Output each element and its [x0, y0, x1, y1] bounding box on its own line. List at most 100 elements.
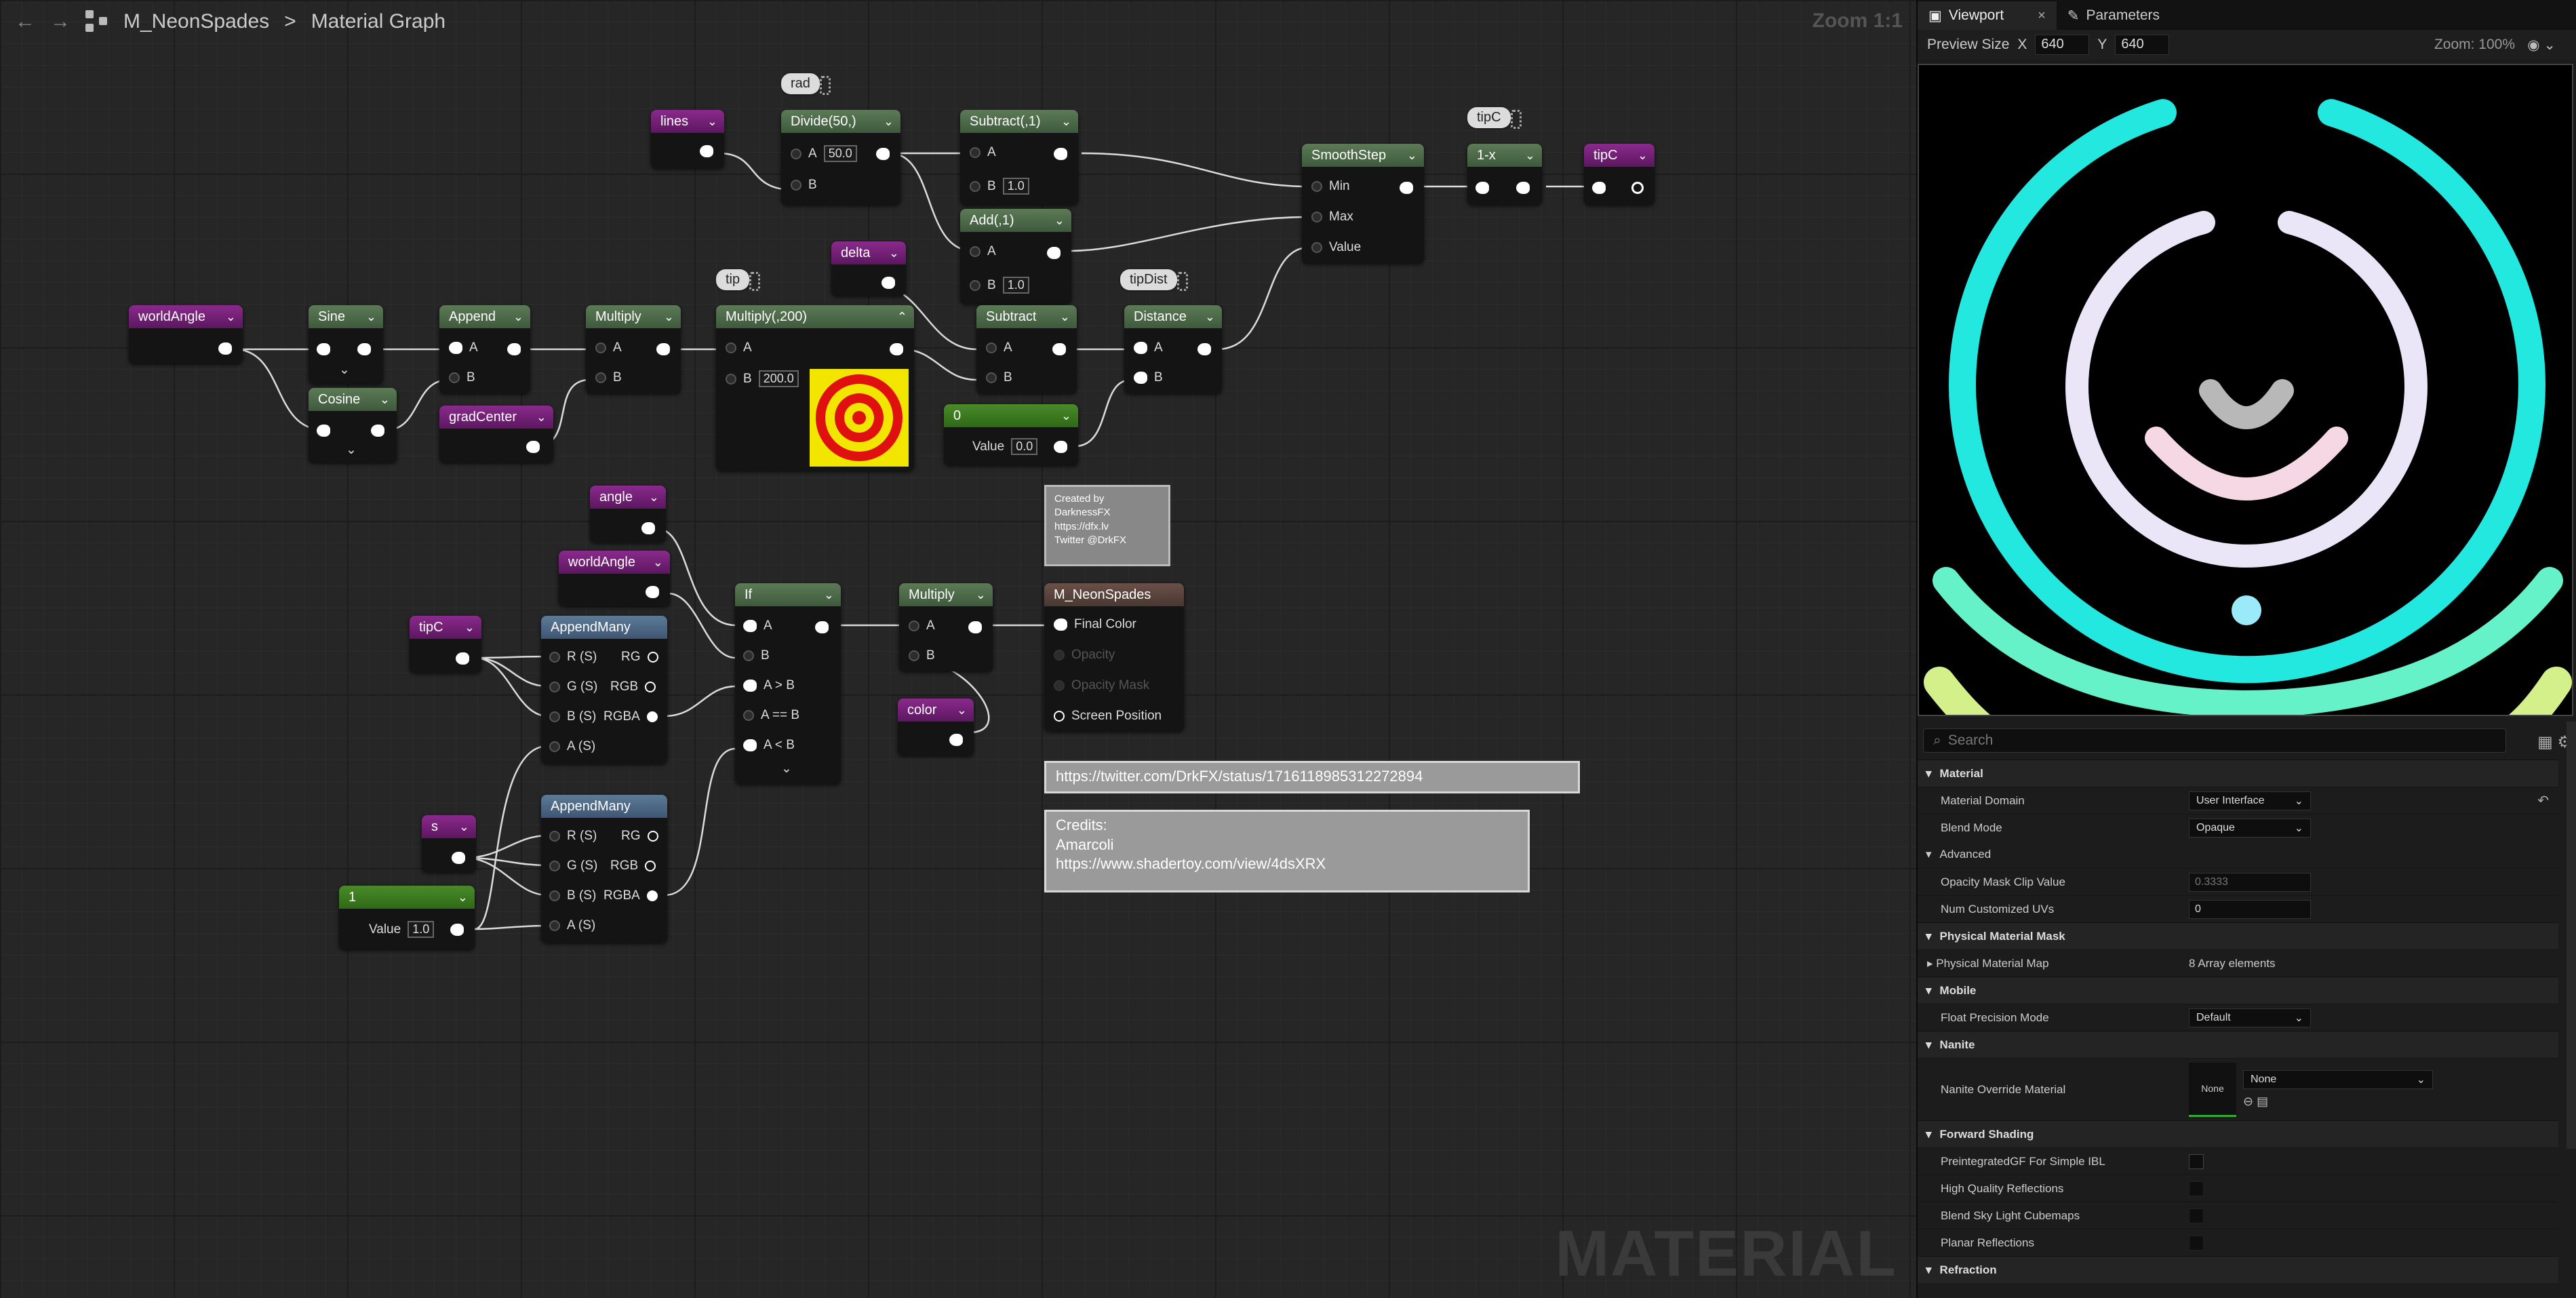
- node-cosine[interactable]: Cosine ⌄ ⌄: [309, 388, 397, 463]
- pin-a-lt-b[interactable]: A < B: [743, 738, 795, 753]
- output-pin[interactable]: [507, 343, 521, 355]
- pin-b[interactable]: B: [743, 648, 770, 663]
- output-pin[interactable]: [646, 586, 659, 598]
- category-material[interactable]: ▾ Material: [1918, 760, 2558, 787]
- material-preview-viewport[interactable]: [1918, 64, 2573, 716]
- node-constant-1[interactable]: 1 ⌄ Value 1.0: [339, 886, 475, 949]
- input-pin[interactable]: [549, 861, 560, 871]
- chevron-down-icon[interactable]: ⌄: [380, 393, 390, 407]
- chevron-down-icon[interactable]: ⌄: [884, 115, 894, 129]
- output-pin[interactable]: [890, 343, 903, 355]
- input-pin[interactable]: [791, 180, 801, 191]
- node-delta[interactable]: delta ⌄: [831, 241, 906, 296]
- constant-value[interactable]: 0.0: [1011, 438, 1038, 455]
- output-pin[interactable]: [646, 890, 658, 901]
- output-pin[interactable]: [968, 621, 982, 633]
- pin-b[interactable]: B 1.0: [970, 277, 1029, 294]
- node-worldangle[interactable]: worldAngle ⌄: [129, 305, 243, 363]
- input-pin[interactable]: [1134, 342, 1147, 354]
- node-if[interactable]: If ⌄ A B A > B A == B A < B ⌄: [735, 583, 841, 784]
- chevron-down-icon[interactable]: ⌄: [707, 115, 717, 129]
- pin-b[interactable]: B: [791, 178, 817, 193]
- out-rg[interactable]: RG: [621, 829, 658, 844]
- comment-bubble-tipc[interactable]: tipC: [1467, 107, 1522, 129]
- tab-parameters[interactable]: ✎ Parameters: [2057, 1, 2171, 30]
- out-rgba[interactable]: RGBA: [603, 888, 658, 903]
- pin-max[interactable]: Max: [1311, 210, 1353, 224]
- output-pin[interactable]: [647, 652, 658, 663]
- constant-value[interactable]: 1.0: [408, 921, 435, 938]
- planar-checkbox[interactable]: [2189, 1235, 2204, 1251]
- pin-r[interactable]: R (S): [549, 650, 597, 665]
- input-pin[interactable]: [1134, 372, 1147, 384]
- input-pin[interactable]: [1475, 182, 1489, 194]
- output-pin[interactable]: [218, 342, 232, 355]
- output-pin[interactable]: [1052, 343, 1066, 355]
- chevron-down-icon[interactable]: ⌄: [1638, 149, 1648, 163]
- output-pin[interactable]: [700, 145, 713, 157]
- tab-viewport[interactable]: ▣ Viewport ×: [1918, 1, 2057, 30]
- out-rgb[interactable]: RGB: [610, 859, 656, 873]
- output-pin[interactable]: [645, 861, 656, 871]
- chevron-down-icon[interactable]: ⌄: [1060, 310, 1070, 324]
- pin-g[interactable]: G (S): [549, 680, 597, 694]
- input-pin[interactable]: [1311, 242, 1322, 253]
- float-precision-dropdown[interactable]: Default ⌄: [2189, 1008, 2311, 1027]
- pin-a[interactable]: A: [986, 340, 1012, 355]
- breadcrumb-graph[interactable]: Material Graph: [311, 10, 445, 33]
- pin-b[interactable]: B (S): [549, 888, 596, 903]
- pin-b[interactable]: B: [1134, 370, 1163, 385]
- output-pin[interactable]: [641, 522, 655, 534]
- node-divide[interactable]: Divide(50,) ⌄ A 50.0 B: [781, 110, 900, 205]
- pin-a[interactable]: A: [743, 618, 772, 633]
- input-pin[interactable]: [970, 279, 980, 291]
- node-distance[interactable]: Distance ⌄ A B: [1124, 305, 1222, 393]
- input-pin[interactable]: [726, 342, 736, 353]
- input-pin[interactable]: [549, 831, 560, 842]
- output-pin[interactable]: [656, 343, 670, 355]
- pin-b[interactable]: B 200.0: [726, 370, 799, 387]
- output-pin[interactable]: [881, 277, 895, 289]
- node-smoothstep[interactable]: SmoothStep ⌄ Min Max Value: [1302, 144, 1424, 263]
- forward-arrow-icon[interactable]: →: [50, 10, 71, 33]
- expand-chevron-icon[interactable]: ⌄: [339, 362, 350, 378]
- pin-b-value[interactable]: 200.0: [758, 370, 799, 387]
- pin-screen-position[interactable]: Screen Position: [1054, 709, 1162, 724]
- output-pin[interactable]: [1054, 148, 1067, 160]
- chevron-down-icon[interactable]: ⌄: [464, 621, 475, 635]
- pin-b[interactable]: B: [986, 370, 1012, 385]
- input-pin[interactable]: [1311, 212, 1322, 222]
- chevron-down-icon[interactable]: ⌄: [824, 588, 834, 602]
- input-pin[interactable]: [549, 711, 560, 722]
- browse-asset-icons[interactable]: ⊖ ▤: [2243, 1095, 2433, 1109]
- comment-bubble-tip[interactable]: tip: [716, 269, 761, 291]
- output-pin[interactable]: [1054, 441, 1067, 453]
- node-appendmany[interactable]: AppendMany R (S) G (S) B (S) A (S) RG RG…: [541, 616, 667, 764]
- pin-a-value[interactable]: 50.0: [823, 145, 857, 162]
- input-pin[interactable]: [986, 372, 997, 383]
- pin-a[interactable]: A (S): [549, 918, 595, 933]
- input-pin[interactable]: [549, 741, 560, 752]
- twitter-comment[interactable]: https://twitter.com/DrkFX/status/1716118…: [1044, 761, 1580, 793]
- node-one-minus[interactable]: 1-x ⌄: [1467, 144, 1542, 205]
- chevron-down-icon[interactable]: ⌄: [653, 555, 663, 570]
- material-domain-dropdown[interactable]: User Interface ⌄: [2189, 791, 2311, 810]
- chevron-down-icon[interactable]: ⌄: [889, 246, 899, 260]
- output-pin[interactable]: [647, 831, 658, 842]
- pin-a-eq-b[interactable]: A == B: [743, 708, 799, 723]
- output-pin[interactable]: [1197, 343, 1211, 355]
- blend-mode-dropdown[interactable]: Opaque ⌄: [2189, 818, 2311, 838]
- input-pin[interactable]: [743, 739, 757, 751]
- chevron-down-icon[interactable]: ⌄: [226, 310, 236, 324]
- chevron-down-icon[interactable]: ⌄: [1061, 409, 1071, 423]
- output-pin[interactable]: [371, 425, 384, 437]
- comment-bubble-tipdist[interactable]: tipDist: [1120, 269, 1188, 291]
- input-pin[interactable]: [595, 342, 606, 353]
- pin-a[interactable]: A: [970, 145, 996, 160]
- output-pin[interactable]: [1631, 182, 1644, 194]
- category-forward-shading[interactable]: ▾ Forward Shading: [1918, 1120, 2558, 1147]
- input-pin[interactable]: [970, 246, 980, 257]
- out-rg[interactable]: RG: [621, 650, 658, 665]
- node-sine[interactable]: Sine ⌄ ⌄: [309, 305, 383, 384]
- chevron-down-icon[interactable]: ⌄: [957, 703, 967, 717]
